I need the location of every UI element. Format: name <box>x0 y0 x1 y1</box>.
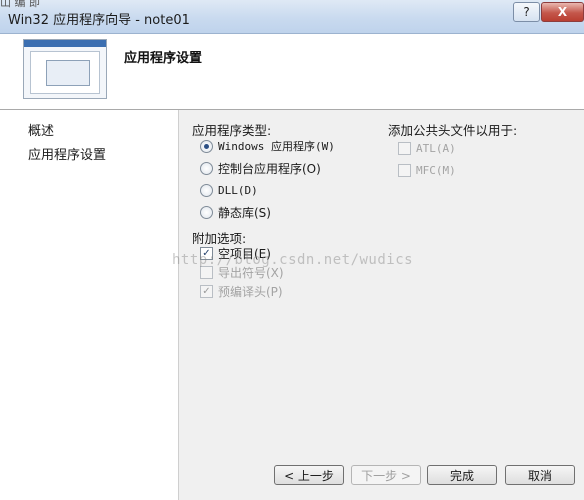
nav-item-app-settings[interactable]: 应用程序设置 <box>28 144 106 163</box>
radio-console-app-label: 控制台应用程序(O) <box>218 161 321 176</box>
prev-button[interactable]: < 上一步 <box>274 465 344 485</box>
radio-dll[interactable]: DLL(D) <box>200 182 258 198</box>
radio-dll-label: DLL(D) <box>218 183 258 197</box>
checkbox-atl[interactable]: ATL(A) <box>398 140 456 156</box>
button-bar: < 上一步 下一步 > 完成 取消 <box>179 455 584 500</box>
checkbox-icon <box>398 141 411 155</box>
window-title: Win32 应用程序向导 - note01 <box>8 13 190 28</box>
wizard-header: 应用程序设置 <box>0 34 584 110</box>
app-type-label: 应用程序类型: <box>192 123 272 138</box>
next-button[interactable]: 下一步 > <box>351 465 421 485</box>
nav-item-overview[interactable]: 概述 <box>28 120 54 139</box>
common-headers-label: 添加公共头文件以用于: <box>388 123 518 138</box>
radio-static-lib-label: 静态库(S) <box>218 205 271 220</box>
watermark: http://blog.csdn.net/wudics <box>172 252 414 268</box>
radio-icon <box>200 161 213 175</box>
checkbox-mfc-label: MFC(M) <box>416 163 456 177</box>
checkbox-precompiled-header-label: 预编译头(P) <box>218 284 283 299</box>
help-button[interactable]: ? <box>513 2 540 22</box>
wizard-nav: 概述 应用程序设置 <box>0 110 179 500</box>
checkbox-precompiled-header[interactable]: ✓ 预编译头(P) <box>200 283 283 299</box>
wizard-window-icon <box>23 39 107 99</box>
radio-windows-app[interactable]: Windows 应用程序(W) <box>200 138 335 154</box>
checkbox-checked-icon: ✓ <box>200 284 213 298</box>
settings-panel: 应用程序类型: Windows 应用程序(W) 控制台应用程序(O) DLL(D… <box>179 110 584 455</box>
finish-button[interactable]: 完成 <box>427 465 497 485</box>
radio-checked-icon <box>200 139 213 153</box>
radio-console-app[interactable]: 控制台应用程序(O) <box>200 160 321 176</box>
help-icon: ? <box>523 5 530 19</box>
radio-windows-app-label: Windows 应用程序(W) <box>218 140 335 153</box>
checkbox-icon <box>398 163 411 177</box>
radio-icon <box>200 205 213 219</box>
close-icon: X <box>557 5 568 19</box>
title-bar: 山 编 即 Win32 应用程序向导 - note01 ? X <box>0 0 584 34</box>
checkbox-mfc[interactable]: MFC(M) <box>398 162 456 178</box>
close-button[interactable]: X <box>541 2 584 22</box>
cancel-button[interactable]: 取消 <box>505 465 575 485</box>
wizard-window: 山 编 即 Win32 应用程序向导 - note01 ? X 应用程序设置 概… <box>0 0 584 500</box>
checkbox-atl-label: ATL(A) <box>416 141 456 155</box>
radio-icon <box>200 183 213 197</box>
page-title: 应用程序设置 <box>124 51 203 66</box>
radio-static-lib[interactable]: 静态库(S) <box>200 204 271 220</box>
